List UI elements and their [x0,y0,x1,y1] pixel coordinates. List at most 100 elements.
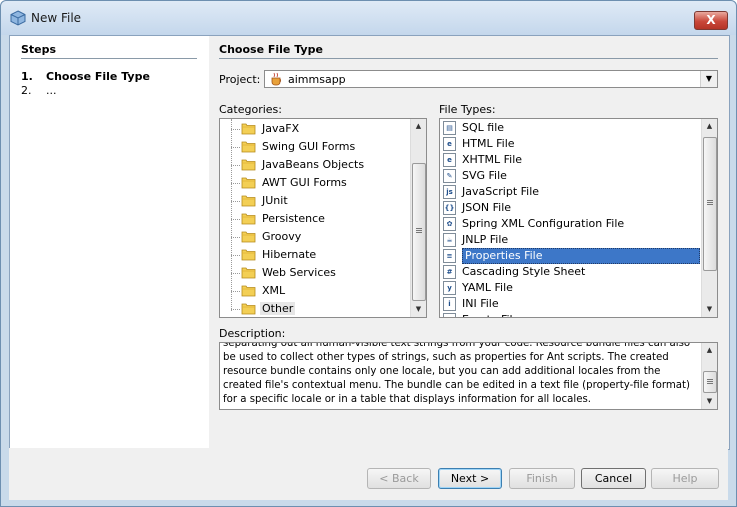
scroll-down-icon[interactable]: ▼ [702,394,717,409]
scroll-thumb[interactable] [703,137,717,271]
html-file-icon: e [443,137,456,151]
file-type-item[interactable]: y YAML File [440,280,702,296]
tree-guide-line [231,147,240,148]
scroll-thumb[interactable] [703,371,717,393]
file-type-item[interactable]: js JavaScript File [440,184,702,200]
category-label: JavaBeans Objects [262,158,365,171]
folder-icon [241,195,256,207]
category-label: Hibernate [262,248,317,261]
category-item[interactable]: JUnit [220,193,410,209]
file-type-item[interactable]: Empty File [440,312,702,317]
css-file-icon: # [443,265,456,279]
category-item[interactable]: AWT GUI Forms [220,175,410,191]
next-button[interactable]: Next > [438,468,502,489]
categories-tree[interactable]: JavaFX Swing GUI Forms JavaBeans Objects AW… [219,118,427,318]
file-type-item[interactable]: ☕ JNLP File [440,232,702,248]
java-project-icon [271,72,282,86]
description-box[interactable]: separating out all human-visible text st… [219,342,718,410]
button-bar: < Back Next > Finish Cancel Help [9,448,728,500]
empty-file-icon [443,313,456,317]
javascript-file-icon: js [443,185,456,199]
cancel-button[interactable]: Cancel [581,468,646,489]
category-item[interactable]: Groovy [220,229,410,245]
jnlp-file-icon: ☕ [443,233,456,247]
category-label: Other [260,302,296,315]
categories-label: Categories: [219,103,282,116]
tree-guide-line [231,201,240,202]
close-button[interactable]: X [694,11,728,30]
folder-icon [241,141,256,153]
category-label: Groovy [262,230,302,243]
step-number: 1. [21,70,33,83]
category-item[interactable]: Swing GUI Forms [220,139,410,155]
scroll-up-icon[interactable]: ▲ [411,119,426,134]
tree-guide-line [231,273,240,274]
project-value: aimmsapp [288,73,346,86]
file-type-item[interactable]: i INI File [440,296,702,312]
category-item[interactable]: Web Services [220,265,410,281]
category-label: XML [262,284,286,297]
file-type-item[interactable]: ✎ SVG File [440,168,702,184]
file-type-label: XHTML File [462,153,523,166]
svg-file-icon: ✎ [443,169,456,183]
file-type-label: YAML File [462,281,513,294]
category-item[interactable]: Hibernate [220,247,410,263]
category-item[interactable]: JavaFX [220,121,410,137]
category-label: Persistence [262,212,325,225]
tree-guide-line [231,255,240,256]
category-label: Web Services [262,266,336,279]
file-type-item[interactable]: ✿ Spring XML Configuration File [440,216,702,232]
file-type-item[interactable]: e HTML File [440,136,702,152]
step-item-1: 1. Choose File Type [21,70,150,83]
scroll-down-icon[interactable]: ▼ [702,302,717,317]
tree-guide-line [231,183,240,184]
file-type-item[interactable]: {} JSON File [440,200,702,216]
spring-file-icon: ✿ [443,217,456,231]
file-type-item[interactable]: e XHTML File [440,152,702,168]
file-type-item-selected[interactable]: ≡ Properties File [440,248,702,264]
chevron-down-icon[interactable]: ▼ [700,71,717,87]
file-types-list[interactable]: ▤ SQL file e HTML File e XHTML File ✎ SVG File j… [439,118,718,318]
xhtml-file-icon: e [443,153,456,167]
category-item[interactable]: XML [220,283,410,299]
project-label: Project: [219,73,261,86]
tree-guide-line [231,219,240,220]
category-item[interactable]: Persistence [220,211,410,227]
back-button[interactable]: < Back [367,468,431,489]
scroll-thumb[interactable] [412,163,426,301]
file-type-label: JSON File [462,201,512,214]
folder-icon [241,249,256,261]
title-bar[interactable]: New File X [1,1,736,35]
ini-file-icon: i [443,297,456,311]
file-type-label: Spring XML Configuration File [462,217,625,230]
wizard-content: Steps 1. Choose File Type 2.... Choose Fi… [9,35,730,450]
scroll-up-icon[interactable]: ▲ [702,119,717,134]
folder-icon [241,159,256,171]
scroll-down-icon[interactable]: ▼ [411,302,426,317]
categories-scrollbar[interactable]: ▲ ▼ [410,119,426,317]
file-type-item[interactable]: # Cascading Style Sheet [440,264,702,280]
category-label: Swing GUI Forms [262,140,356,153]
description-scrollbar[interactable]: ▲ ▼ [701,343,717,409]
folder-icon [241,213,256,225]
file-type-label: SVG File [462,169,507,182]
scroll-up-icon[interactable]: ▲ [702,343,717,358]
category-item[interactable]: JavaBeans Objects [220,157,410,173]
folder-icon [241,231,256,243]
steps-pane: Steps 1. Choose File Type 2.... [10,36,208,449]
project-combobox[interactable]: aimmsapp ▼ [264,70,718,88]
category-item[interactable]: Other [220,301,410,317]
step-number: 2. [21,84,32,97]
title-divider [219,58,718,59]
file-types-scrollbar[interactable]: ▲ ▼ [701,119,717,317]
file-type-label: JNLP File [462,233,509,246]
help-button[interactable]: Help [651,468,719,489]
step-item-2: 2.... [21,84,57,97]
finish-button[interactable]: Finish [509,468,575,489]
file-type-label: SQL file [462,121,505,134]
file-types-label: File Types: [439,103,496,116]
folder-icon [241,267,256,279]
steps-divider [21,58,197,59]
category-label: JUnit [262,194,288,207]
file-type-item[interactable]: ▤ SQL file [440,120,702,136]
